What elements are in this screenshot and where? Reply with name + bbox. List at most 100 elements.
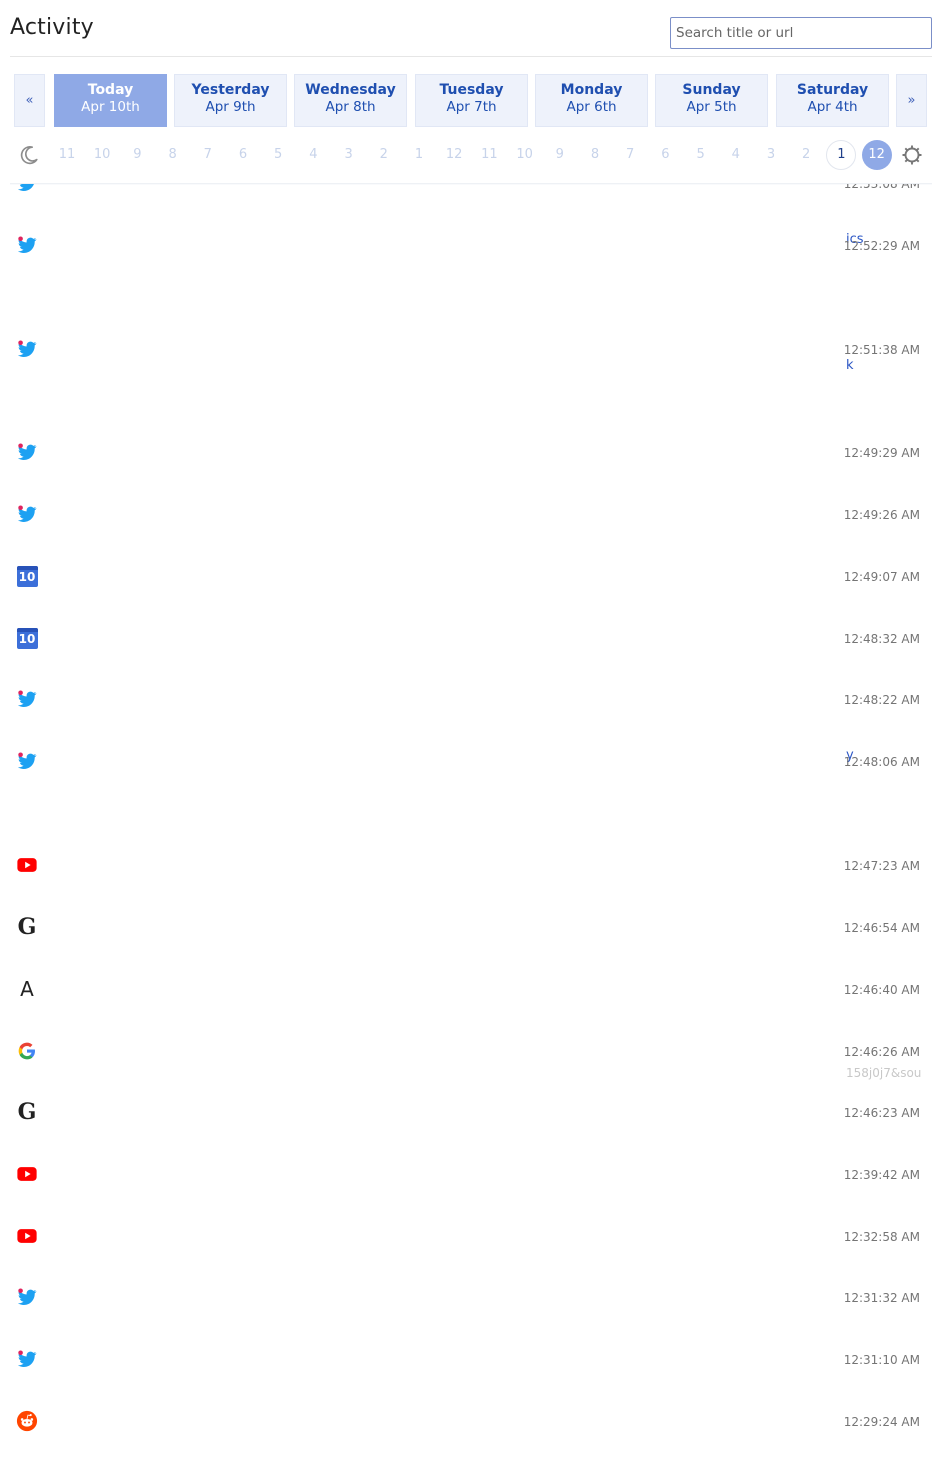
hour-button[interactable]: 6 — [650, 140, 680, 170]
activity-row[interactable]: 12:32:58 AM — [0, 1225, 952, 1265]
truncated-url-fragment: 158j0j7&sou — [846, 1066, 922, 1080]
twitter-icon — [16, 338, 38, 360]
hour-button[interactable]: 7 — [193, 140, 223, 170]
visit-time: 12:46:23 AM — [843, 1106, 920, 1120]
next-days-button[interactable]: » — [896, 74, 927, 127]
visit-time: 12:47:23 AM — [843, 859, 920, 873]
activity-row[interactable]: ics 12:52:29 AM — [0, 232, 952, 274]
moon-icon[interactable] — [18, 144, 40, 166]
visit-time: 12:31:32 AM — [843, 1291, 920, 1305]
hour-button[interactable]: 8 — [580, 140, 610, 170]
day-tab-tuesday[interactable]: Tuesday Apr 7th — [415, 74, 528, 127]
hour-button[interactable]: 2 — [791, 140, 821, 170]
hour-button[interactable]: 12 — [439, 140, 469, 170]
activity-row[interactable]: 12:31:10 AM — [0, 1348, 952, 1388]
hour-button[interactable]: 5 — [263, 140, 293, 170]
activity-row[interactable]: 12:29:24 AM — [0, 1410, 952, 1450]
hour-button[interactable]: 10 — [510, 140, 540, 170]
activity-row[interactable]: 158j0j7&sou 12:46:26 AM — [0, 1040, 952, 1080]
day-name: Saturday — [796, 82, 869, 98]
activity-row[interactable]: 12:53:08 AM — [0, 184, 952, 212]
visit-time: 12:46:40 AM — [843, 983, 920, 997]
reddit-icon — [16, 1410, 38, 1432]
activity-row[interactable]: G 12:46:54 AM — [0, 914, 952, 956]
activity-row[interactable]: 10 12:48:32 AM — [0, 627, 952, 667]
visit-time: 12:46:26 AM — [843, 1045, 920, 1059]
day-date: Apr 5th — [686, 99, 737, 115]
visit-time: 12:32:58 AM — [843, 1230, 920, 1244]
hour-button[interactable]: 4 — [298, 140, 328, 170]
hour-button[interactable]: 10 — [87, 140, 117, 170]
activity-list: 12:53:08 AM ics 12:52:29 AM k 12:51:38 AM 12:… — [0, 184, 952, 1463]
youtube-icon — [16, 1225, 38, 1247]
hour-button[interactable]: 9 — [545, 140, 575, 170]
day-tab-today[interactable]: Today Apr 10th — [54, 74, 167, 127]
activity-row[interactable]: A 12:46:40 AM — [0, 977, 952, 1018]
hour-button[interactable]: 6 — [228, 140, 258, 170]
day-name: Wednesday — [305, 82, 396, 98]
day-tab-saturday[interactable]: Saturday Apr 4th — [776, 74, 889, 127]
activity-row[interactable]: 12:49:29 AM — [0, 441, 952, 481]
visit-time: 12:52:29 AM — [843, 239, 920, 253]
twitter-icon — [16, 234, 38, 256]
visit-time: 12:48:06 AM — [843, 755, 920, 769]
day-date: Apr 6th — [566, 99, 617, 115]
visit-time: 12:51:38 AM — [843, 343, 920, 357]
hour-button[interactable]: 9 — [122, 140, 152, 170]
twitter-icon — [16, 503, 38, 525]
day-tab-wednesday[interactable]: Wednesday Apr 8th — [294, 74, 407, 127]
calendar-icon: 10 — [16, 565, 38, 587]
day-date: Apr 7th — [446, 99, 497, 115]
activity-row[interactable]: 12:48:22 AM — [0, 688, 952, 728]
day-tab-yesterday[interactable]: Yesterday Apr 9th — [174, 74, 287, 127]
twitter-icon — [16, 184, 38, 194]
day-name: Today — [87, 82, 134, 98]
hour-button[interactable]: 2 — [369, 140, 399, 170]
visit-time: 12:49:26 AM — [843, 508, 920, 522]
activity-row[interactable]: 12:31:32 AM — [0, 1286, 952, 1326]
calendar-badge: 10 — [18, 570, 36, 584]
hour-button[interactable]: 3 — [756, 140, 786, 170]
hour-selector: 11 10 9 8 7 6 5 4 3 2 1 12 11 10 9 8 7 6 5 4 3 2 1 12 — [14, 139, 927, 171]
calendar-badge: 10 — [18, 632, 36, 646]
hour-button[interactable]: 7 — [615, 140, 645, 170]
activity-row[interactable]: k 12:51:38 AM — [0, 338, 952, 378]
visit-time: 12:53:08 AM — [843, 184, 920, 191]
day-date: Apr 8th — [325, 99, 376, 115]
hour-button[interactable]: 1 — [404, 140, 434, 170]
visit-time: 12:31:10 AM — [843, 1353, 920, 1367]
hour-button[interactable]: 12 — [861, 140, 892, 170]
amazon-icon: A — [16, 977, 38, 1001]
activity-row[interactable]: G 12:46:23 AM — [0, 1099, 952, 1141]
activity-row[interactable]: 12:47:23 AM — [0, 854, 952, 894]
gear-icon[interactable] — [900, 143, 924, 167]
hour-button[interactable]: 4 — [721, 140, 751, 170]
activity-row[interactable]: 12:49:26 AM — [0, 503, 952, 543]
hour-button[interactable]: 8 — [158, 140, 188, 170]
day-name: Yesterday — [191, 82, 270, 98]
activity-row[interactable]: y 12:48:06 AM — [0, 748, 952, 790]
nytimes-icon: G — [16, 914, 38, 940]
day-date: Apr 4th — [807, 99, 858, 115]
twitter-icon — [16, 688, 38, 710]
hour-button[interactable]: 5 — [686, 140, 716, 170]
search-input[interactable] — [670, 17, 932, 49]
twitter-icon — [16, 441, 38, 463]
prev-days-button[interactable]: « — [14, 74, 45, 127]
hour-button[interactable]: 1 — [826, 140, 857, 170]
youtube-icon — [16, 1163, 38, 1185]
activity-row[interactable]: 12:39:42 AM — [0, 1163, 952, 1203]
activity-row[interactable]: 10 12:49:07 AM — [0, 565, 952, 605]
visit-time: 12:48:32 AM — [843, 632, 920, 646]
hour-button[interactable]: 11 — [52, 140, 82, 170]
visit-time: 12:29:24 AM — [843, 1415, 920, 1429]
day-tab-monday[interactable]: Monday Apr 6th — [535, 74, 648, 127]
day-tab-sunday[interactable]: Sunday Apr 5th — [655, 74, 768, 127]
day-name: Sunday — [682, 82, 741, 98]
amazon-glyph: A — [20, 977, 34, 1001]
hour-button[interactable]: 3 — [334, 140, 364, 170]
twitter-icon — [16, 1286, 38, 1308]
hour-button[interactable]: 11 — [474, 140, 504, 170]
page-title: Activity — [10, 15, 94, 40]
twitter-icon — [16, 1348, 38, 1370]
